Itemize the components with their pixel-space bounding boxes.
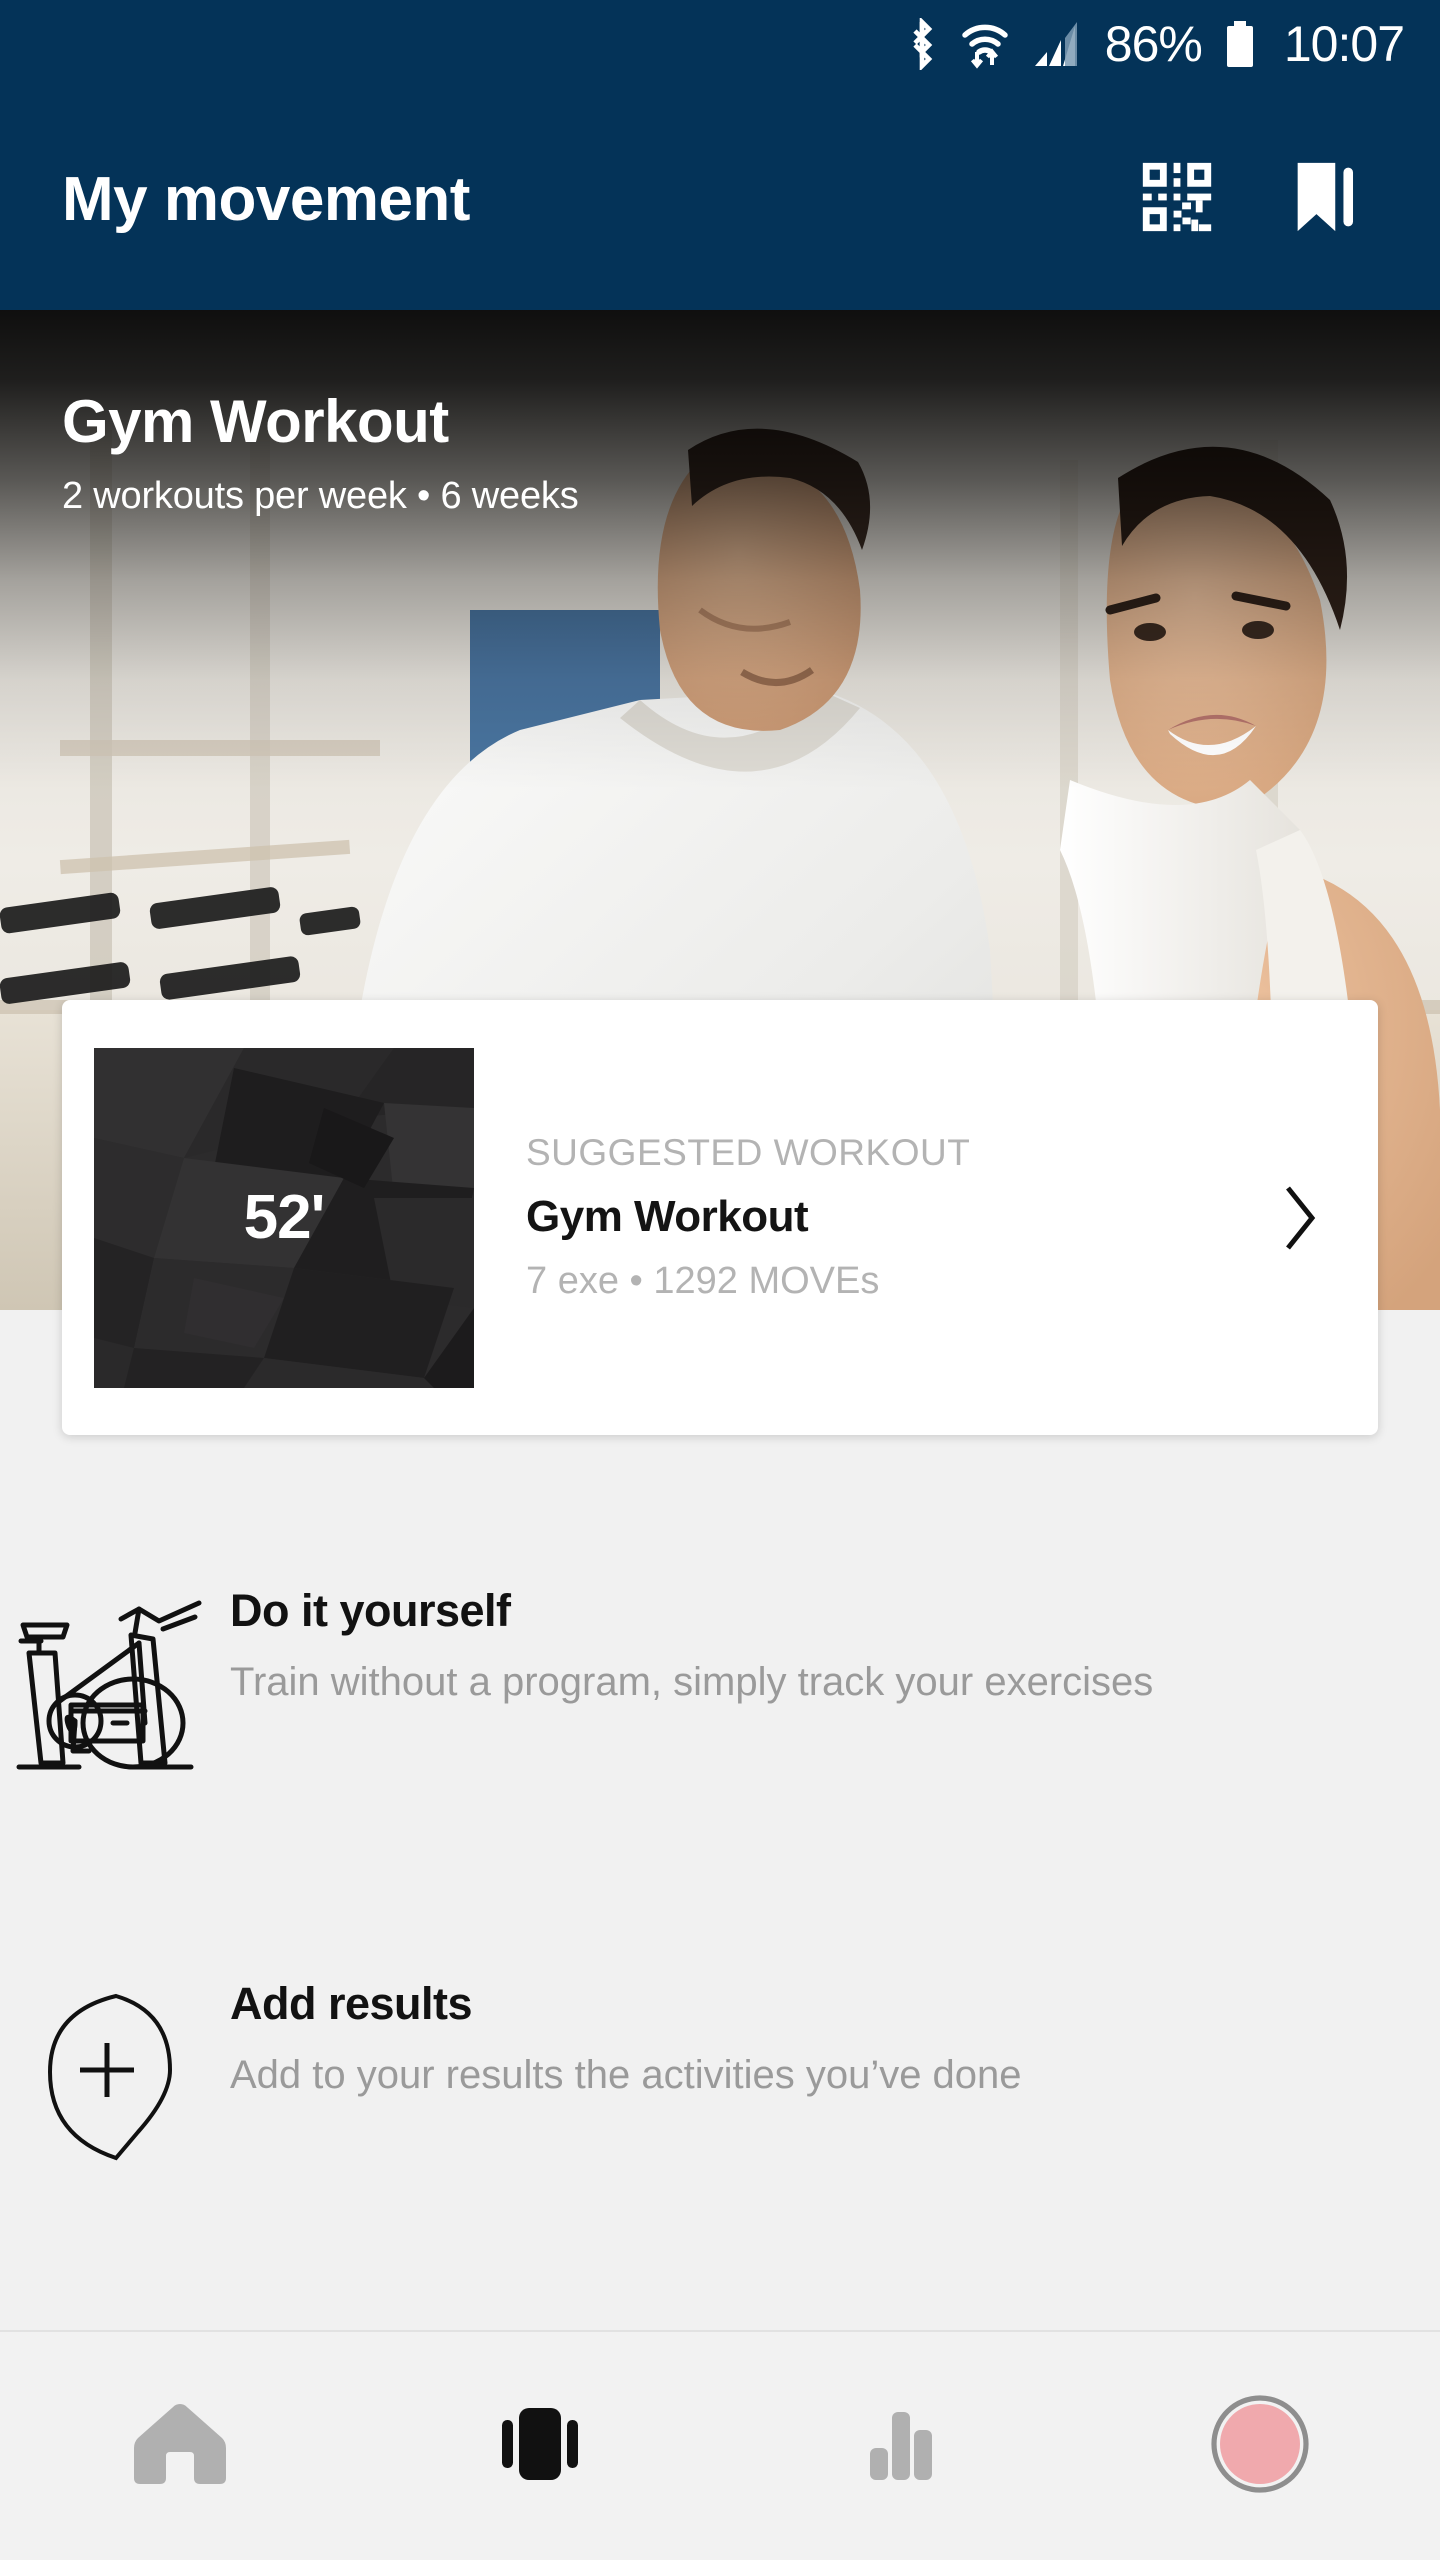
cellular-signal-icon [1031, 18, 1085, 70]
card-eyebrow-label: SUGGESTED WORKOUT [526, 1132, 971, 1173]
workout-duration: 52' [243, 1183, 326, 1252]
card-text-block: SUGGESTED WORKOUT Gym Workout 7 exe • 12… [474, 1132, 1278, 1303]
app-bar-actions [1136, 156, 1366, 243]
card-meta-label: 7 exe • 1292 MOVEs [526, 1260, 880, 1302]
option-text-block: Add results Add to your results the acti… [230, 1978, 1440, 2100]
add-pin-icon [0, 1978, 230, 2166]
avatar-icon [1208, 2392, 1312, 2501]
nav-item-stats[interactable] [720, 2332, 1080, 2560]
nav-item-workouts[interactable] [360, 2332, 720, 2560]
qr-code-icon[interactable] [1136, 156, 1218, 243]
suggested-workout-card[interactable]: 52' SUGGESTED WORKOUT Gym Workout 7 exe … [62, 1000, 1378, 1435]
card-title: Gym Workout [526, 1192, 809, 1241]
app-bar: My movement [0, 88, 1440, 310]
bluetooth-icon [905, 18, 939, 70]
option-title: Do it yourself [230, 1585, 511, 1636]
option-text-block: Do it yourself Train without a program, … [230, 1585, 1440, 1707]
exercise-bike-icon [0, 1585, 230, 1771]
cards-carousel-icon [488, 2398, 592, 2495]
option-do-it-yourself[interactable]: Do it yourself Train without a program, … [0, 1585, 1440, 1771]
bookmark-icon[interactable] [1284, 156, 1366, 243]
home-icon [128, 2398, 232, 2495]
option-description: Add to your results the activities you’v… [230, 2053, 1022, 2097]
option-title: Add results [230, 1978, 473, 2029]
page-title: My movement [62, 164, 470, 234]
option-add-results[interactable]: Add results Add to your results the acti… [0, 1978, 1440, 2166]
battery-percent-label: 86% [1104, 16, 1203, 72]
chevron-right-icon[interactable] [1278, 1182, 1320, 1254]
hero-subtitle: 2 workouts per week • 6 weeks [62, 475, 579, 517]
bar-chart-icon [848, 2398, 952, 2495]
option-description: Train without a program, simply track yo… [230, 1660, 1154, 1704]
battery-icon [1222, 18, 1258, 70]
workout-thumbnail: 52' [94, 1047, 474, 1388]
nav-item-home[interactable] [0, 2332, 360, 2560]
status-bar: 86% 10:07 [0, 0, 1440, 88]
hero-text-block: Gym Workout 2 workouts per week • 6 week… [62, 390, 579, 518]
nav-item-profile[interactable] [1080, 2332, 1440, 2560]
bottom-navigation-bar [0, 2330, 1440, 2560]
clock-label: 10:07 [1283, 16, 1405, 72]
hero-title: Gym Workout [62, 388, 449, 455]
wifi-icon [959, 18, 1011, 70]
